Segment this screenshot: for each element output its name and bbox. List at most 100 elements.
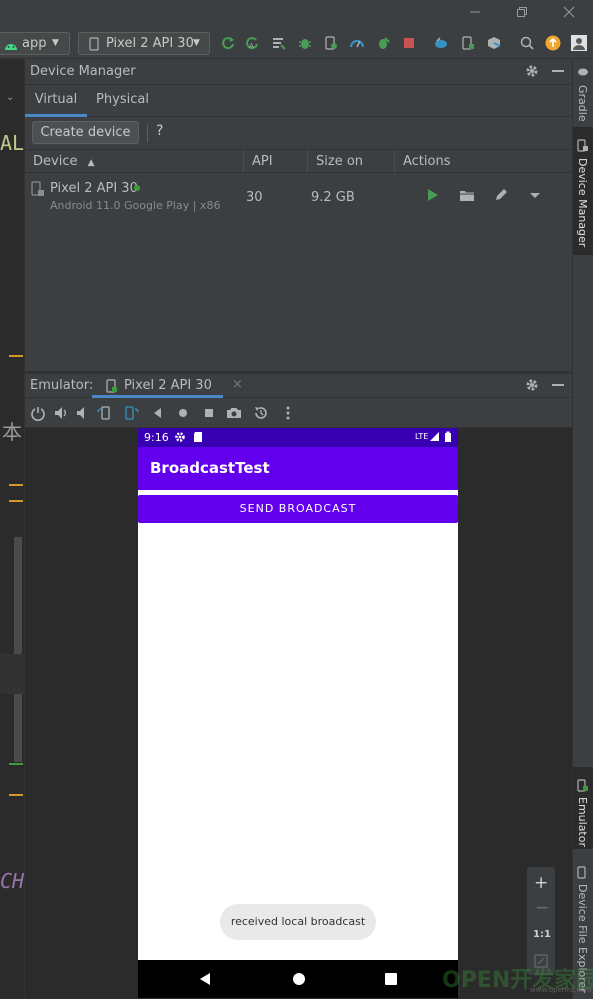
restore-icon[interactable] — [516, 6, 528, 22]
device-size: 9.2 GB — [311, 190, 355, 205]
phone-icon — [88, 37, 100, 58]
create-device-button[interactable]: Create device — [32, 121, 139, 144]
app-title: BroadcastTest — [150, 459, 270, 477]
change-marker — [9, 500, 23, 502]
device-manager-icon[interactable] — [461, 36, 475, 50]
run-with-coverage-icon[interactable] — [376, 36, 390, 50]
tab-emulator-device[interactable]: Pixel 2 API 30 × — [92, 374, 243, 398]
android-status-bar: 9:16 LTE — [138, 428, 458, 447]
volume-up-icon[interactable] — [53, 405, 69, 421]
device-manager-icon — [577, 139, 589, 155]
nav-home-icon[interactable] — [292, 972, 306, 990]
window-title-bar — [0, 0, 593, 28]
tool-tab-gradle[interactable]: Gradle — [573, 63, 593, 127]
watermark: OPEN开发家园 www.openhs.com — [440, 962, 593, 998]
search-icon[interactable] — [520, 36, 534, 50]
home-icon[interactable] — [175, 405, 191, 421]
nav-overview-icon[interactable] — [384, 972, 398, 990]
apply-changes-restart-icon[interactable] — [221, 36, 235, 50]
nav-back-icon[interactable] — [198, 972, 212, 990]
column-header-actions[interactable]: Actions — [394, 150, 572, 174]
change-marker — [9, 794, 23, 796]
emulator-header: Emulator: Pixel 2 API 30 × — [25, 374, 572, 398]
stop-icon[interactable] — [402, 36, 416, 50]
run-config-selector[interactable]: app ▼ — [0, 32, 70, 55]
actual-size-button[interactable]: 1:1 — [533, 929, 551, 940]
device-table-header: Device ▲ API Size on Disk Actions — [25, 149, 572, 192]
rotate-left-icon[interactable] — [97, 405, 113, 421]
chevron-down-icon: ▼ — [52, 38, 59, 48]
chevron-down-icon: ⌄ — [6, 92, 15, 103]
device-manager-title: Device Manager — [30, 64, 136, 79]
device-manager-header: Device Manager — [25, 59, 572, 85]
tool-tab-emulator[interactable]: Emulator — [573, 767, 593, 849]
emulator-label: Emulator: — [30, 378, 94, 393]
tab-physical[interactable]: Physical — [95, 85, 150, 117]
device-manager-panel: Device Manager Virtual Physical Create d… — [25, 59, 572, 371]
status-time: 9:16 — [144, 431, 169, 444]
edit-icon[interactable] — [494, 188, 508, 206]
hide-panel-icon[interactable] — [552, 378, 564, 396]
scrollbar-thumb[interactable] — [14, 537, 22, 762]
sort-ascending-icon: ▲ — [87, 158, 95, 168]
editor-text-fragment: AL — [0, 131, 25, 155]
camera-icon[interactable] — [226, 405, 242, 421]
gear-icon[interactable] — [525, 64, 539, 82]
network-type: LTE — [415, 432, 429, 441]
device-file-explorer-icon — [577, 866, 589, 882]
profile-icon[interactable] — [350, 36, 364, 50]
column-header-size[interactable]: Size on Disk — [307, 150, 394, 192]
toolbar-separator — [147, 125, 148, 142]
folder-icon[interactable] — [459, 188, 475, 206]
device-selector[interactable]: Pixel 2 API 30 ▼ — [78, 32, 210, 55]
sd-card-icon — [193, 431, 203, 446]
change-marker — [9, 763, 23, 765]
column-header-api[interactable]: API — [243, 150, 307, 174]
device-selector-label: Pixel 2 API 30 — [106, 36, 194, 51]
attach-debugger-icon[interactable] — [324, 36, 338, 50]
volume-down-icon[interactable] — [75, 405, 91, 421]
power-icon[interactable] — [30, 405, 46, 421]
minimize-icon[interactable] — [469, 6, 481, 22]
line-highlight — [0, 654, 25, 694]
help-button[interactable]: ? — [156, 123, 163, 139]
more-actions-icon[interactable] — [528, 188, 542, 206]
emulator-screen[interactable]: 9:16 LTE BroadcastTest SEND BROADCAST re… — [138, 428, 458, 998]
zoom-out-button[interactable]: − — [535, 898, 549, 918]
update-icon[interactable] — [545, 35, 561, 51]
debug-icon[interactable] — [298, 36, 312, 50]
editor-edge: ⌄ AL 本 CHO — [0, 59, 36, 999]
zoom-in-button[interactable]: + — [534, 873, 548, 893]
send-broadcast-button[interactable]: SEND BROADCAST — [138, 495, 458, 523]
settings-icon — [174, 431, 186, 446]
sdk-manager-icon[interactable] — [487, 36, 501, 50]
tool-tab-device-manager[interactable]: Device Manager — [573, 127, 593, 255]
svg-text:A: A — [249, 42, 254, 50]
emulator-tab-label: Pixel 2 API 30 — [124, 378, 212, 393]
more-vert-icon[interactable] — [280, 405, 296, 421]
rotate-right-icon[interactable] — [123, 405, 139, 421]
right-tool-strip: Gradle Device Manager Emulator Device Fi… — [572, 59, 593, 999]
main-toolbar: app ▼ Pixel 2 API 30 ▼ A — [0, 28, 593, 59]
launch-device-icon[interactable] — [426, 188, 440, 206]
close-tab-icon[interactable]: × — [232, 377, 243, 392]
tool-tab-label: Emulator — [576, 797, 589, 847]
device-manager-tabs: Virtual Physical — [25, 85, 572, 117]
back-icon[interactable] — [150, 405, 166, 421]
table-row[interactable]: Pixel 2 API 30 Android 11.0 Google Play … — [25, 173, 572, 219]
device-name: Pixel 2 API 30 — [50, 181, 138, 196]
snapshot-icon[interactable] — [253, 405, 269, 421]
hide-panel-icon[interactable] — [552, 64, 564, 82]
battery-icon — [444, 431, 452, 446]
close-window-icon[interactable] — [563, 6, 575, 22]
gear-icon[interactable] — [525, 378, 539, 396]
apply-code-changes-icon[interactable]: A — [245, 36, 259, 50]
emulator-toolbar — [25, 398, 572, 428]
account-icon[interactable] — [571, 35, 587, 51]
tab-virtual[interactable]: Virtual — [25, 85, 87, 117]
run-config-label: app — [22, 36, 47, 51]
make-project-icon[interactable] — [272, 36, 286, 50]
column-header-device[interactable]: Device ▲ — [25, 150, 243, 174]
overview-icon[interactable] — [201, 405, 217, 421]
sync-gradle-icon[interactable] — [434, 36, 448, 50]
